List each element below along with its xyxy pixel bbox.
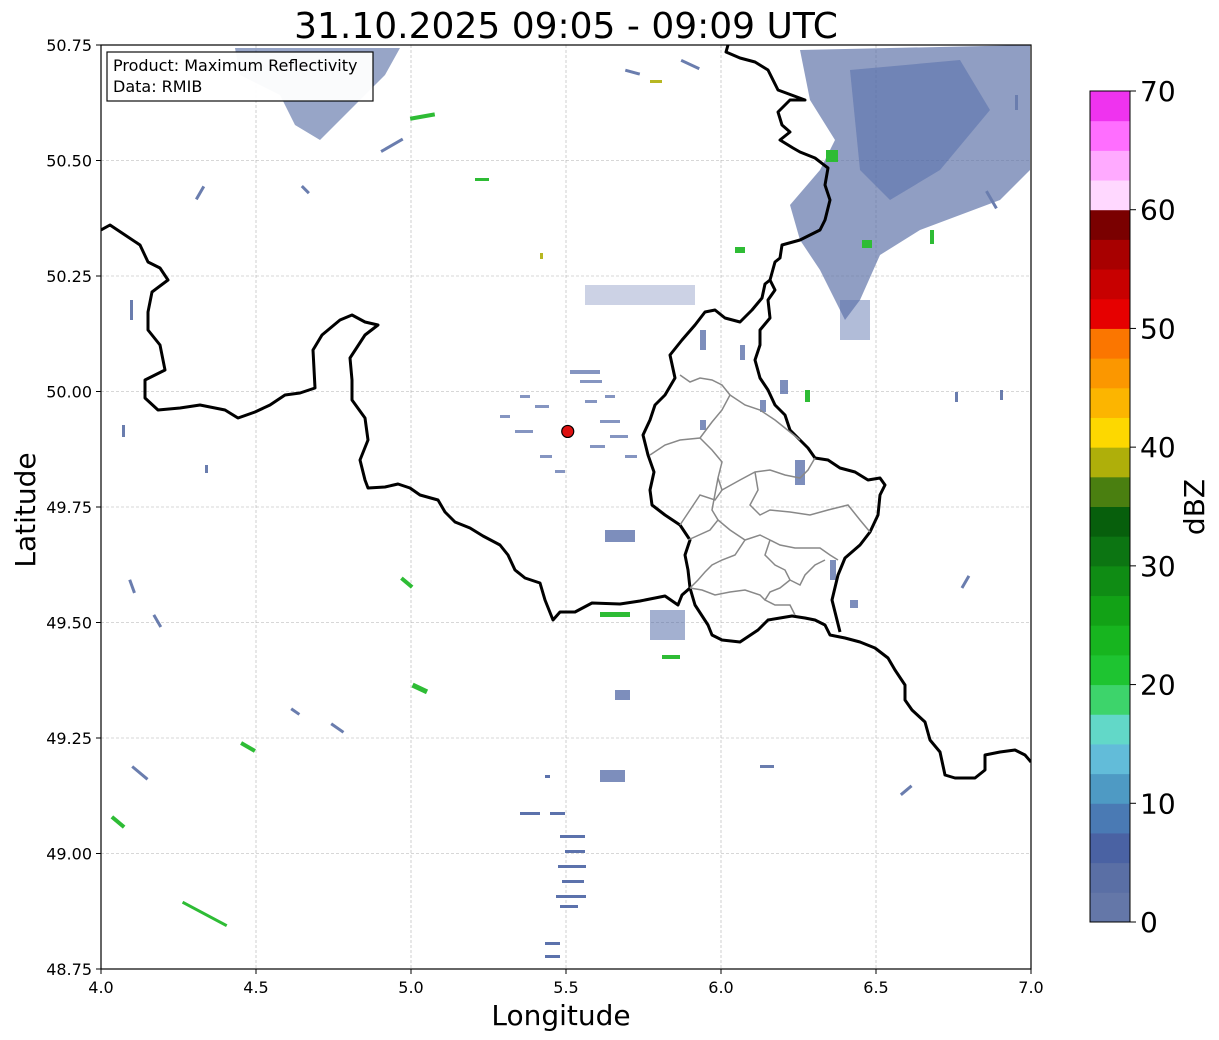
colorbar-segment [1090, 239, 1130, 270]
x-tick-label: 4.0 [88, 978, 113, 997]
map-plot-area: Product: Maximum Reflectivity Data: RMIB [100, 44, 1032, 970]
x-tick-label: 7.0 [1018, 978, 1043, 997]
y-axis-label: Latitude [9, 452, 42, 567]
y-tick-label: 49.25 [46, 729, 92, 748]
colorbar-segment [1090, 269, 1130, 300]
x-tick-label: 4.5 [243, 978, 268, 997]
colorbar-segment [1090, 209, 1130, 240]
colorbar-segment [1090, 714, 1130, 745]
colorbar-segment [1090, 773, 1130, 804]
colorbar-segment [1090, 417, 1130, 448]
map-title: 31.10.2025 09:05 - 09:09 UTC [294, 6, 838, 47]
x-tick-label: 5.0 [398, 978, 423, 997]
y-tick-label: 50.50 [46, 152, 92, 171]
y-tick-label: 50.00 [46, 383, 92, 402]
y-axis-ticks: 50.75 50.50 50.25 50.00 49.75 49.50 49.25 49.00… [46, 36, 101, 979]
x-axis-ticks: 4.0 4.5 5.0 5.5 6.0 6.5 7.0 [88, 969, 1044, 997]
colorbar-segment [1090, 328, 1130, 359]
radar-site-marker [561, 424, 575, 439]
colorbar-segment [1090, 625, 1130, 656]
colorbar-segment [1090, 120, 1130, 151]
radar-map-figure: 31.10.2025 09:05 - 09:09 UTC Product: Ma… [9, 6, 1211, 1032]
colorbar-segment [1090, 387, 1130, 418]
colorbar-segment [1090, 862, 1130, 893]
colorbar-tick-label: 40 [1140, 431, 1176, 464]
info-data-text: Data: RMIB [113, 77, 202, 96]
colorbar-segment [1090, 803, 1130, 834]
x-tick-label: 6.5 [863, 978, 888, 997]
x-tick-label: 6.0 [708, 978, 733, 997]
colorbar-segment [1090, 595, 1130, 626]
colorbar-tick-label: 20 [1140, 669, 1176, 702]
x-tick-label: 5.5 [553, 978, 578, 997]
colorbar-segment [1090, 447, 1130, 478]
colorbar-segment [1090, 298, 1130, 329]
colorbar-segment [1090, 476, 1130, 507]
y-tick-label: 49.75 [46, 498, 92, 517]
colorbar-segment [1090, 536, 1130, 567]
colorbar-tick-label: 60 [1140, 194, 1176, 227]
colorbar-tick-label: 50 [1140, 312, 1176, 345]
colorbar-label: dBZ [1178, 479, 1211, 535]
colorbar-segment [1090, 180, 1130, 211]
colorbar-tick-label: 30 [1140, 550, 1176, 583]
y-tick-label: 48.75 [46, 960, 92, 979]
colorbar-tick-label: 70 [1140, 75, 1176, 108]
colorbar-segment [1090, 565, 1130, 597]
colorbar-segment [1090, 654, 1130, 686]
y-tick-label: 50.25 [46, 267, 92, 286]
colorbar-segment [1090, 150, 1130, 181]
colorbar: 0 10 20 30 40 50 60 70 [1089, 75, 1176, 939]
y-tick-label: 50.75 [46, 36, 92, 55]
colorbar-segment [1090, 743, 1130, 775]
y-tick-label: 49.00 [46, 845, 92, 864]
colorbar-segment [1090, 506, 1130, 537]
product-info-box: Product: Maximum Reflectivity Data: RMIB [106, 51, 374, 102]
colorbar-tick-label: 0 [1140, 906, 1158, 939]
colorbar-segment [1090, 358, 1130, 389]
y-tick-label: 49.50 [46, 614, 92, 633]
x-axis-label: Longitude [491, 999, 630, 1032]
colorbar-segment [1090, 832, 1130, 864]
colorbar-segment [1090, 91, 1130, 122]
info-product-text: Product: Maximum Reflectivity [113, 56, 357, 75]
colorbar-tick-label: 10 [1140, 787, 1176, 820]
colorbar-segment [1090, 684, 1130, 715]
colorbar-segment [1090, 892, 1130, 923]
